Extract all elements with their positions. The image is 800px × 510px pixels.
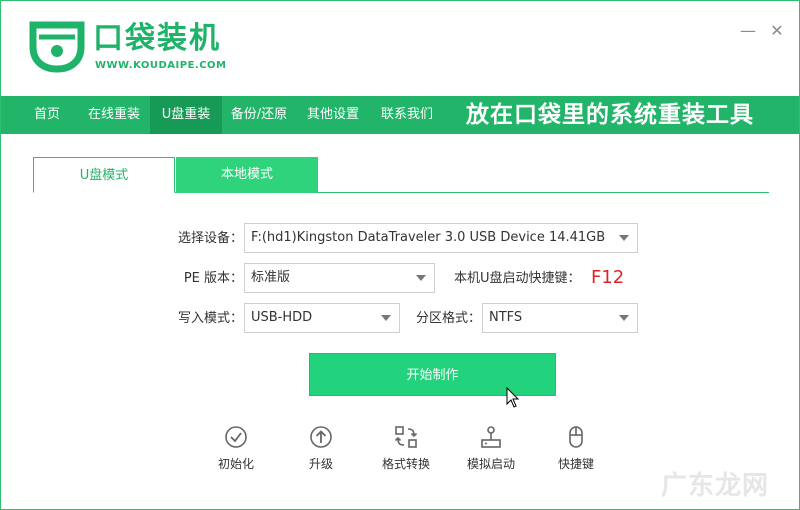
hotkey-value: F12 [591,267,625,288]
nav-item-contact-us[interactable]: 联系我们 [371,96,443,134]
header: 口袋装机 WWW.KOUDAIPE.COM — ✕ [1,1,799,96]
mouse-pointer-icon [506,387,520,408]
partition-format-label: 分区格式： [415,311,481,326]
hotkey-label: 本机U盘启动快捷键： [454,271,581,286]
joystick-icon [481,426,501,448]
tool-hotkeys-label: 快捷键 [557,457,594,471]
write-mode-select[interactable]: USB-HDD [244,303,400,333]
upload-circle-icon [310,426,332,448]
pe-version-value: 标准版 [251,270,291,285]
minimize-button[interactable]: — [739,22,757,40]
mouse-icon [569,426,583,448]
brand-url: WWW.KOUDAIPE.COM [95,60,227,71]
nav-item-backup-restore[interactable]: 备份/还原 [223,96,295,134]
app-window: 口袋装机 WWW.KOUDAIPE.COM — ✕ 首页 在线重装 U盘重装 备… [0,0,800,510]
write-mode-label: 写入模式： [177,311,243,326]
nav-item-other-settings[interactable]: 其他设置 [297,96,369,134]
tool-upgrade-label: 升级 [308,457,333,471]
nav-item-online-reinstall[interactable]: 在线重装 [79,96,149,134]
convert-icon [394,426,418,448]
tool-hotkeys[interactable]: 快捷键 [541,425,611,475]
nav-bar: 首页 在线重装 U盘重装 备份/还原 其他设置 联系我们 放在口袋里的系统重装工… [1,96,799,134]
pe-version-select[interactable]: 标准版 [244,263,435,293]
chevron-down-icon [619,235,629,241]
tool-simulate-boot-label: 模拟启动 [466,457,515,471]
brand-name: 口袋装机 [93,21,221,56]
tool-simulate-boot[interactable]: 模拟启动 [456,425,526,475]
tool-initialize-label: 初始化 [217,457,254,471]
device-select[interactable]: F:(hd1)Kingston DataTraveler 3.0 USB Dev… [244,223,638,253]
chevron-down-icon [416,275,426,281]
write-mode-value: USB-HDD [251,310,313,325]
partition-format-value: NTFS [489,310,523,325]
chevron-down-icon [619,315,629,321]
device-label: 选择设备： [177,231,243,246]
partition-format-select[interactable]: NTFS [482,303,638,333]
close-button[interactable]: ✕ [768,22,786,40]
tab-local-mode[interactable]: 本地模式 [176,157,318,193]
watermark: 广东龙网 [661,471,770,501]
nav-slogan: 放在口袋里的系统重装工具 [466,102,754,128]
tool-format-convert[interactable]: 格式转换 [371,425,441,475]
tool-upgrade[interactable]: 升级 [286,425,356,475]
chevron-down-icon [381,315,391,321]
pe-version-label: PE 版本： [183,271,243,286]
nav-item-usb-reinstall[interactable]: U盘重装 [150,96,222,134]
device-select-value: F:(hd1)Kingston DataTraveler 3.0 USB Dev… [251,230,606,245]
tab-usb-mode[interactable]: U盘模式 [33,157,175,193]
logo-icon [29,21,85,73]
tool-format-convert-label: 格式转换 [381,457,430,471]
check-circle-icon [225,426,247,448]
tool-initialize[interactable]: 初始化 [201,425,271,475]
nav-item-home[interactable]: 首页 [15,96,79,134]
